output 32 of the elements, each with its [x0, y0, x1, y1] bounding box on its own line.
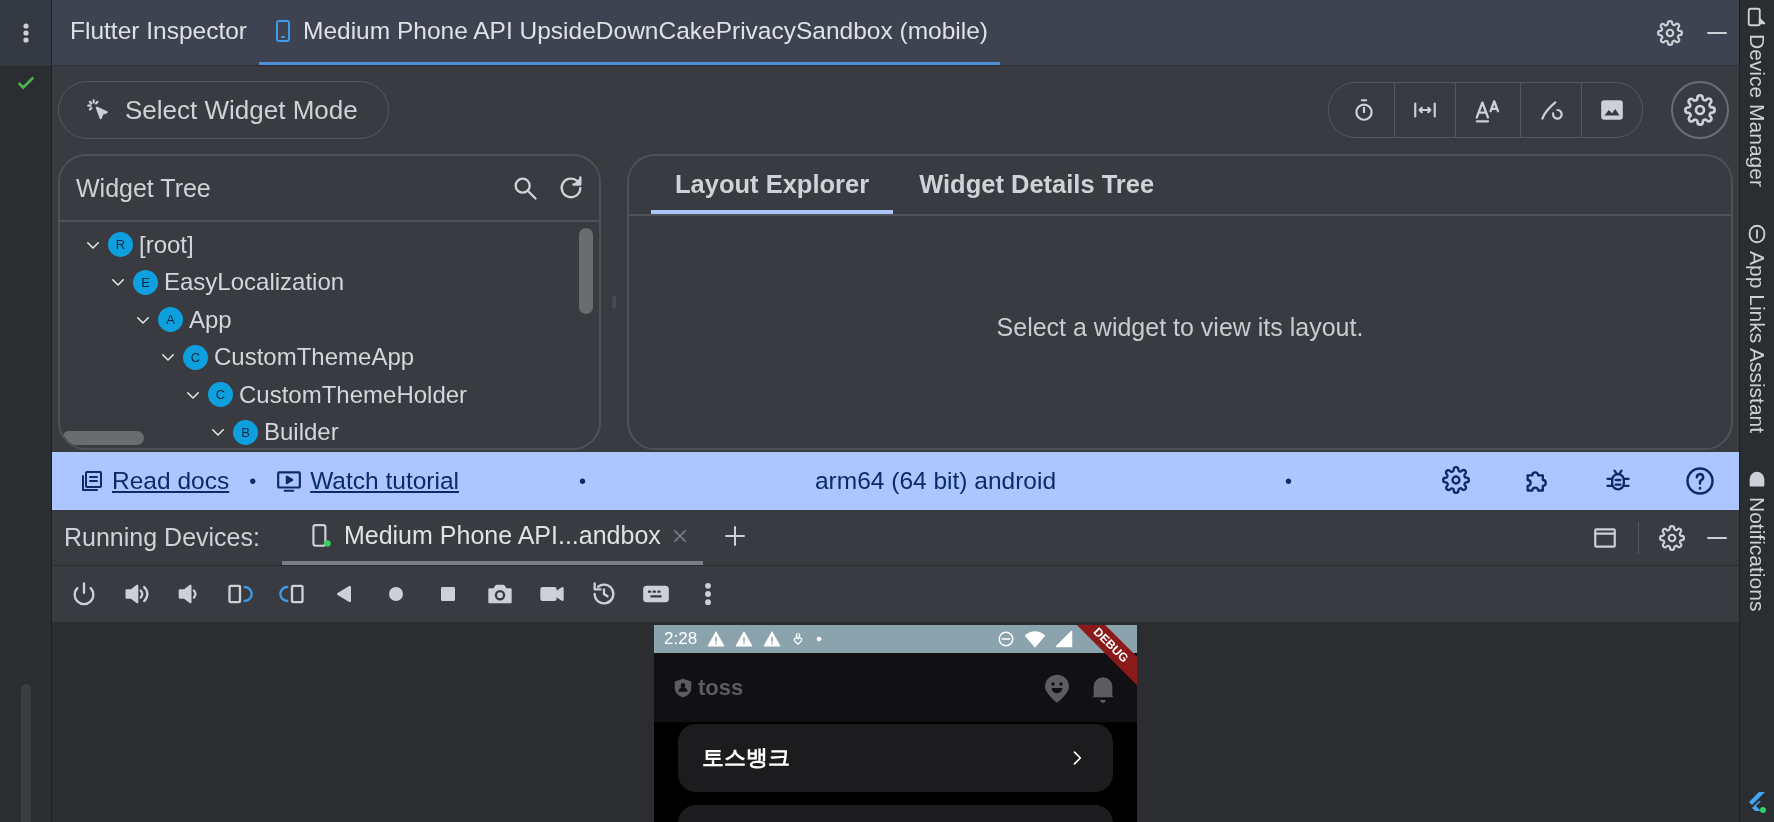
widget-badge: B	[233, 419, 258, 445]
tree-node-label[interactable]: Builder	[264, 418, 339, 447]
app-logo: toss	[672, 674, 744, 701]
menu-card[interactable]: 토스뱅크	[678, 724, 1113, 792]
tool-tab[interactable]: Medium Phone API UpsideDownCakePrivacySandbox (mobile)	[259, 0, 1000, 65]
docs-link[interactable]: Read docs	[80, 467, 230, 495]
widget-badge: R	[108, 232, 133, 258]
tree-node-label[interactable]: CustomThemeApp	[214, 343, 415, 372]
status-time: 2:28	[664, 629, 698, 649]
tool-window-button[interactable]: Device Manager	[1745, 34, 1769, 187]
separator-dot: •	[579, 469, 587, 493]
separator-dot: •	[1284, 469, 1292, 493]
device-tab[interactable]: Medium Phone API...andbox	[281, 510, 703, 565]
separator-dot: •	[249, 469, 257, 493]
widget-badge: A	[158, 307, 183, 333]
tool-window-button[interactable]: App Links Assistant	[1745, 250, 1769, 433]
widget-badge: C	[183, 344, 208, 370]
tool-tab[interactable]: Flutter Inspector	[58, 0, 259, 65]
tree-node-label[interactable]: App	[189, 305, 232, 334]
details-tab[interactable]: Widget Details Tree	[895, 158, 1179, 214]
widget-badge: C	[208, 382, 233, 408]
panel-title: Widget Tree	[76, 173, 212, 203]
tool-window-button[interactable]: Notifications	[1745, 497, 1769, 612]
tree-node-label[interactable]: [root]	[139, 230, 194, 259]
empty-message: Select a widget to view its layout.	[996, 312, 1364, 342]
platform-label: arm64 (64 bit) android	[815, 467, 1057, 495]
tutorial-link[interactable]: Watch tutorial	[276, 467, 460, 495]
tree-node-label[interactable]: CustomThemeHolder	[239, 380, 468, 409]
tree-node-label[interactable]: EasyLocalization	[164, 268, 345, 297]
details-tab[interactable]: Layout Explorer	[651, 158, 894, 214]
panel-title: Running Devices:	[64, 522, 260, 553]
widget-badge: E	[133, 269, 158, 295]
